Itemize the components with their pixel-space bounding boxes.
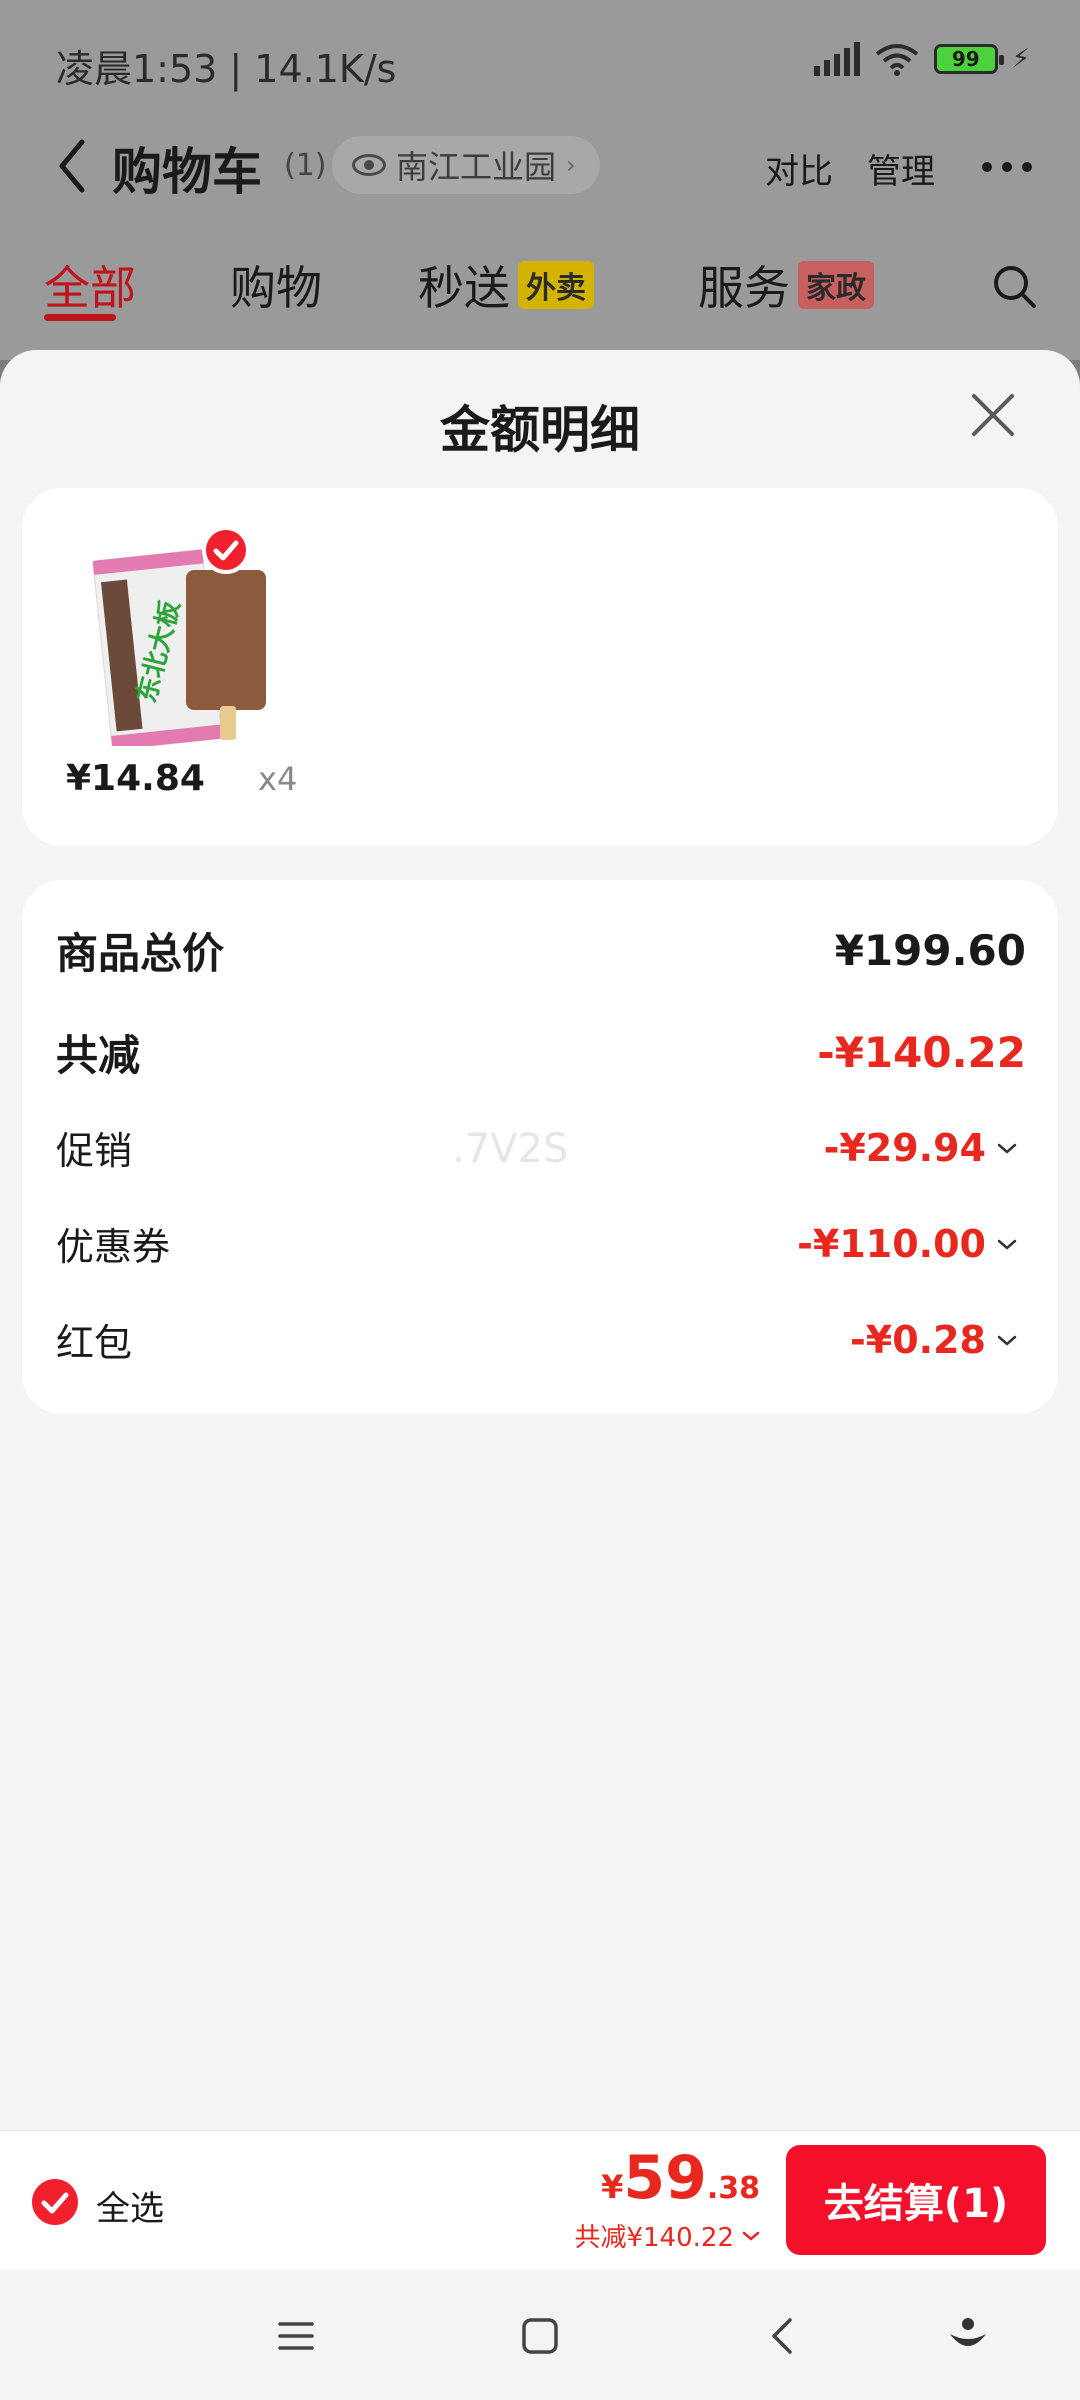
tab-label: 全部: [44, 261, 136, 315]
row-value: -¥140.22: [817, 1028, 1026, 1077]
location-label: 南江工业园: [396, 148, 557, 186]
charging-icon: ⚡: [1011, 44, 1030, 74]
location-selector[interactable]: 南江工业园 ›: [332, 136, 600, 194]
item-price: ¥14.84: [66, 758, 205, 799]
red-packet-row[interactable]: 红包 -¥0.28: [56, 1312, 1026, 1367]
page-title: 购物车: [112, 143, 262, 201]
savings-summary[interactable]: 共减¥140.22: [574, 2217, 760, 2254]
status-time-speed: 凌晨1:53 | 14.1K/s: [56, 47, 397, 91]
tab-tag: 外卖: [518, 261, 594, 309]
eye-icon: [352, 154, 386, 176]
row-value-text: -¥29.94: [823, 1125, 986, 1170]
top-nav-bar: 购物车 (1) 南江工业园 › 对比 管理: [0, 120, 1080, 220]
status-bar: 凌晨1:53 | 14.1K/s 99 ⚡: [0, 0, 1080, 120]
row-label: 促销: [56, 1129, 133, 1173]
price-detail-card: 商品总价 ¥199.60 共减 -¥140.22 促销 -¥29.94 .7V2…: [22, 880, 1058, 1414]
tab-label: 购物: [230, 261, 322, 315]
row-value: -¥29.94: [824, 1126, 1026, 1170]
amount-detail-sheet: 金额明细 东北大板 ¥14.84 x4 商品总价 ¥199.60 共减 -¥14: [0, 350, 1080, 2130]
status-icons: 99 ⚡: [813, 42, 1030, 76]
total-price-row: 商品总价 ¥199.60: [56, 920, 1026, 981]
chevron-down-icon: [997, 1335, 1017, 1346]
row-value-text: -¥110.00: [797, 1221, 986, 1266]
home-icon[interactable]: [516, 2312, 564, 2360]
row-value: -¥0.28: [850, 1318, 1026, 1362]
tab-label: 服务: [698, 261, 790, 315]
row-value: ¥199.60: [834, 926, 1026, 975]
system-navigation-bar: [0, 2270, 1080, 2400]
tab-all[interactable]: 全部: [44, 252, 136, 318]
tab-express[interactable]: 秒送 外卖: [418, 252, 594, 318]
battery-icon: 99: [933, 44, 1004, 74]
more-icon[interactable]: [982, 162, 1032, 172]
tab-shopping[interactable]: 购物: [230, 252, 322, 318]
compare-button[interactable]: 对比: [765, 144, 833, 193]
row-label: 优惠券: [56, 1225, 171, 1269]
row-value-text: -¥0.28: [850, 1317, 986, 1362]
coupon-row[interactable]: 优惠券 -¥110.00: [56, 1216, 1026, 1271]
goods-card: 东北大板 ¥14.84 x4: [22, 488, 1058, 846]
cart-count: (1): [284, 148, 327, 183]
active-tab-indicator: [44, 314, 116, 321]
tab-tag: 家政: [798, 261, 874, 309]
selected-check-icon[interactable]: [202, 526, 250, 574]
savings-text: 共减¥140.22: [574, 2223, 734, 2253]
back-icon[interactable]: [760, 2312, 808, 2360]
category-tabs: 全部 购物 秒送 外卖 服务 家政: [0, 240, 1080, 350]
sheet-title: 金额明细: [440, 401, 640, 459]
search-icon[interactable]: [990, 262, 1038, 310]
close-icon[interactable]: [968, 390, 1018, 440]
select-all-label[interactable]: 全选: [96, 2181, 164, 2230]
manage-button[interactable]: 管理: [867, 144, 935, 193]
chevron-down-icon: [997, 1143, 1017, 1154]
watermark-text: .7V2S: [452, 1126, 569, 1172]
wifi-icon: [874, 42, 920, 76]
tab-services[interactable]: 服务 家政: [698, 252, 874, 318]
row-label: 商品总价: [56, 929, 225, 978]
total-reduction-row: 共减 -¥140.22: [56, 1022, 1026, 1083]
item-quantity: x4: [258, 760, 298, 798]
select-all-checkbox[interactable]: [32, 2179, 78, 2225]
menu-icon[interactable]: [272, 2312, 320, 2360]
chevron-down-icon: [997, 1239, 1017, 1250]
background-page: 凌晨1:53 | 14.1K/s 99 ⚡ 购物车 (1) 南江工业园 › 对比…: [0, 0, 1080, 360]
signal-icon: [813, 42, 860, 76]
check-icon: [41, 2192, 69, 2214]
assistant-icon[interactable]: [944, 2312, 992, 2360]
chevron-right-icon: ›: [566, 151, 576, 179]
chevron-down-icon: [742, 2231, 760, 2241]
row-label: 共减: [56, 1031, 141, 1080]
price-decimal: .38: [706, 2171, 760, 2206]
product-image[interactable]: 东北大板: [74, 536, 284, 746]
back-arrow-icon[interactable]: [52, 136, 92, 196]
tab-label: 秒送: [418, 261, 510, 315]
row-value: -¥110.00: [797, 1222, 1026, 1266]
price-integer: 59: [623, 2143, 707, 2213]
total-price: ¥ 59 .38: [601, 2143, 760, 2213]
currency-symbol: ¥: [601, 2168, 624, 2206]
checkout-bar: 全选 ¥ 59 .38 共减¥140.22 去结算(1): [0, 2130, 1080, 2270]
row-label: 红包: [56, 1321, 133, 1365]
checkout-button[interactable]: 去结算(1): [786, 2145, 1046, 2255]
